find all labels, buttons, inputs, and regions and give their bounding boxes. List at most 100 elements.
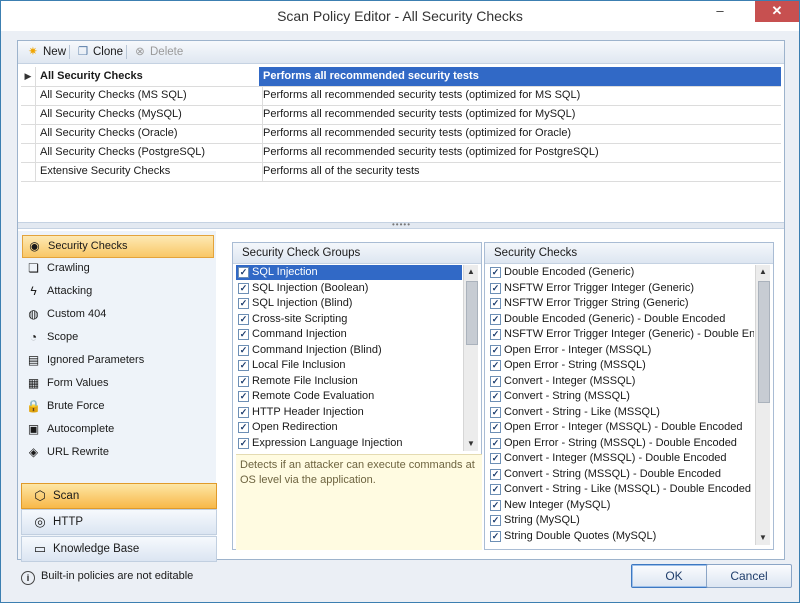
checkbox[interactable]: ✓ xyxy=(490,313,501,325)
check-list-item[interactable]: ✓ HTTP Header Injection xyxy=(236,405,462,420)
checkbox[interactable]: ✓ xyxy=(490,360,501,371)
check-list-item[interactable]: ✓ New Integer (MySQL) xyxy=(488,498,754,513)
checkbox[interactable]: ✓ xyxy=(490,375,501,387)
check-list-item[interactable]: ✓ Local File Inclusion xyxy=(236,358,462,373)
checkbox[interactable]: ✓ xyxy=(490,499,501,511)
cancel-button[interactable]: Cancel xyxy=(706,564,792,588)
scroll-thumb[interactable] xyxy=(466,281,478,345)
security-checks-list[interactable]: ✓ Double Encoded (Generic) ✓ NSFTW Error Tr… xyxy=(488,265,754,545)
nav-item-autocomplete[interactable]: ▣ Autocomplete xyxy=(22,419,212,440)
checkbox[interactable]: ✓ xyxy=(238,313,249,325)
nav-item-ignored-parameters[interactable]: ▤ Ignored Parameters xyxy=(22,350,212,371)
checkbox[interactable]: ✓ xyxy=(490,530,501,542)
nav-item-url-rewrite[interactable]: ◈ URL Rewrite xyxy=(22,442,212,463)
delete-button[interactable]: ⊗ Delete xyxy=(133,44,183,60)
checkbox[interactable]: ✓ xyxy=(238,406,249,418)
checkbox[interactable]: ✓ xyxy=(238,282,249,294)
checkbox[interactable]: ✓ xyxy=(490,468,501,480)
check-list-item[interactable]: ✓ String (MySQL) xyxy=(488,513,754,528)
nav-item-brute-force[interactable]: 🔒 Brute Force xyxy=(22,396,212,417)
check-list-item[interactable]: ✓ Remote File Inclusion xyxy=(236,374,462,389)
nav-item-crawling[interactable]: ❏ Crawling xyxy=(22,258,212,279)
checkbox[interactable]: ✓ xyxy=(238,329,249,340)
check-list-item[interactable]: ✓ Convert - String - Like (MSSQL) - Doubl… xyxy=(488,482,754,497)
scroll-down-icon[interactable]: ▼ xyxy=(756,531,770,545)
checkbox[interactable]: ✓ xyxy=(490,453,501,464)
splitter[interactable]: ••••• xyxy=(18,220,784,229)
check-list-item[interactable]: ✓ Command Injection (Blind) xyxy=(236,343,462,358)
check-list-item[interactable]: ✓ SQL Injection (Boolean) xyxy=(236,281,462,296)
policy-description: Performs all recommended security tests … xyxy=(263,127,572,139)
check-list-item[interactable]: ✓ Open Redirection xyxy=(236,420,462,435)
checkbox[interactable]: ✓ xyxy=(490,267,501,278)
check-list-item[interactable]: ✓ Command Injection xyxy=(236,327,462,342)
policy-row[interactable]: All Security Checks (Oracle) Performs all… xyxy=(21,124,781,144)
security-check-groups-list[interactable]: ✓ SQL Injection ✓ SQL Injection (Boolean) ✓ S… xyxy=(236,265,462,451)
check-list-item[interactable]: ✓ SQL Injection xyxy=(236,265,462,280)
check-list-item[interactable]: ✓ NSFTW Error Trigger Integer (Generic) xyxy=(488,281,754,296)
policy-row[interactable]: Extensive Security Checks Performs all of… xyxy=(21,162,781,182)
scroll-down-icon[interactable]: ▼ xyxy=(464,437,478,451)
scroll-up-icon[interactable]: ▲ xyxy=(756,265,770,279)
check-list-item[interactable]: ✓ NSFTW Error Trigger Integer (Generic) -… xyxy=(488,327,754,342)
close-button[interactable]: ✕ xyxy=(755,1,799,22)
policy-row[interactable]: All Security Checks (MS SQL) Performs all… xyxy=(21,86,781,106)
pane-knowledge-base[interactable]: ▭ Knowledge Base xyxy=(21,536,217,562)
policy-row[interactable]: ▶ All Security Checks Performs all recomme… xyxy=(21,67,781,87)
nav-item-form-values[interactable]: ▦ Form Values xyxy=(22,373,212,394)
check-list-item[interactable]: ✓ Convert - String (MSSQL) xyxy=(488,389,754,404)
checkbox[interactable]: ✓ xyxy=(238,375,249,387)
checkbox[interactable]: ✓ xyxy=(490,437,501,449)
check-list-item[interactable]: ✓ Convert - String - Like (MSSQL) xyxy=(488,405,754,420)
checkbox[interactable]: ✓ xyxy=(490,406,501,418)
pane-http[interactable]: ◎ HTTP xyxy=(21,509,217,535)
check-list-item[interactable]: ✓ NSFTW Error Trigger String (Generic) xyxy=(488,296,754,311)
check-list-item[interactable]: ✓ Double Encoded (Generic) xyxy=(488,265,754,280)
checkbox[interactable]: ✓ xyxy=(490,391,501,402)
clone-button[interactable]: ❐ Clone xyxy=(76,44,123,60)
check-list-item[interactable]: ✓ Convert - Integer (MSSQL) - Double Enco… xyxy=(488,451,754,466)
checkbox[interactable]: ✓ xyxy=(490,282,501,294)
nav-item-security-checks[interactable]: ◉ Security Checks xyxy=(22,235,214,258)
pane-scan[interactable]: ⬡ Scan xyxy=(21,483,217,509)
check-list-item[interactable]: ✓ Cross-site Scripting xyxy=(236,312,462,327)
check-list-item[interactable]: ✓ Convert - Integer (MSSQL) xyxy=(488,374,754,389)
minimize-button[interactable]: – xyxy=(707,1,733,22)
checkbox[interactable]: ✓ xyxy=(238,391,249,402)
check-list-item[interactable]: ✓ Open Error - Integer (MSSQL) - Double E… xyxy=(488,420,754,435)
policy-row[interactable]: All Security Checks (PostgreSQL) Performs… xyxy=(21,143,781,163)
checkbox[interactable]: ✓ xyxy=(490,329,501,340)
security-checks-icon: ◉ xyxy=(29,239,40,253)
checkbox[interactable]: ✓ xyxy=(490,344,501,356)
scroll-thumb[interactable] xyxy=(758,281,770,403)
check-list-item[interactable]: ✓ Open Error - String (MSSQL) - Double En… xyxy=(488,436,754,451)
check-list-item[interactable]: ✓ SQL Injection (Blind) xyxy=(236,296,462,311)
checkbox[interactable]: ✓ xyxy=(490,484,501,495)
check-list-item[interactable]: ✓ Open Error - String (MSSQL) xyxy=(488,358,754,373)
checkbox[interactable]: ✓ xyxy=(490,298,501,309)
checks-scrollbar[interactable]: ▲ ▼ xyxy=(755,265,770,545)
new-button[interactable]: ✷ New xyxy=(26,44,66,60)
checkbox[interactable]: ✓ xyxy=(490,422,501,433)
ok-button[interactable]: OK xyxy=(631,564,717,588)
check-list-item[interactable]: ✓ Open Error - Integer (MSSQL) xyxy=(488,343,754,358)
checkbox[interactable]: ✓ xyxy=(238,267,249,278)
checkbox[interactable]: ✓ xyxy=(238,422,249,433)
nav-item-attacking[interactable]: ϟ Attacking xyxy=(22,281,212,302)
policy-row[interactable]: All Security Checks (MySQL) Performs all … xyxy=(21,105,781,125)
scroll-up-icon[interactable]: ▲ xyxy=(464,265,478,279)
check-list-item[interactable]: ✓ String Double Quotes (MySQL) xyxy=(488,529,754,544)
nav-item-custom-404[interactable]: ◍ Custom 404 xyxy=(22,304,212,325)
check-list-item[interactable]: ✓ Convert - String (MSSQL) - Double Encod… xyxy=(488,467,754,482)
nav-item-scope[interactable]: ◔ Scope xyxy=(22,327,212,348)
checkbox[interactable]: ✓ xyxy=(490,515,501,526)
check-list-item[interactable]: ✓ Remote Code Evaluation xyxy=(236,389,462,404)
checkbox[interactable]: ✓ xyxy=(238,298,249,309)
checkbox[interactable]: ✓ xyxy=(238,437,249,449)
check-list-item[interactable]: ✓ Double Encoded (Generic) - Double Encod… xyxy=(488,312,754,327)
brute-force-icon: 🔒 xyxy=(26,399,41,413)
groups-scrollbar[interactable]: ▲ ▼ xyxy=(463,265,478,451)
check-list-item[interactable]: ✓ Expression Language Injection xyxy=(236,436,462,451)
checkbox[interactable]: ✓ xyxy=(238,360,249,371)
checkbox[interactable]: ✓ xyxy=(238,344,249,356)
